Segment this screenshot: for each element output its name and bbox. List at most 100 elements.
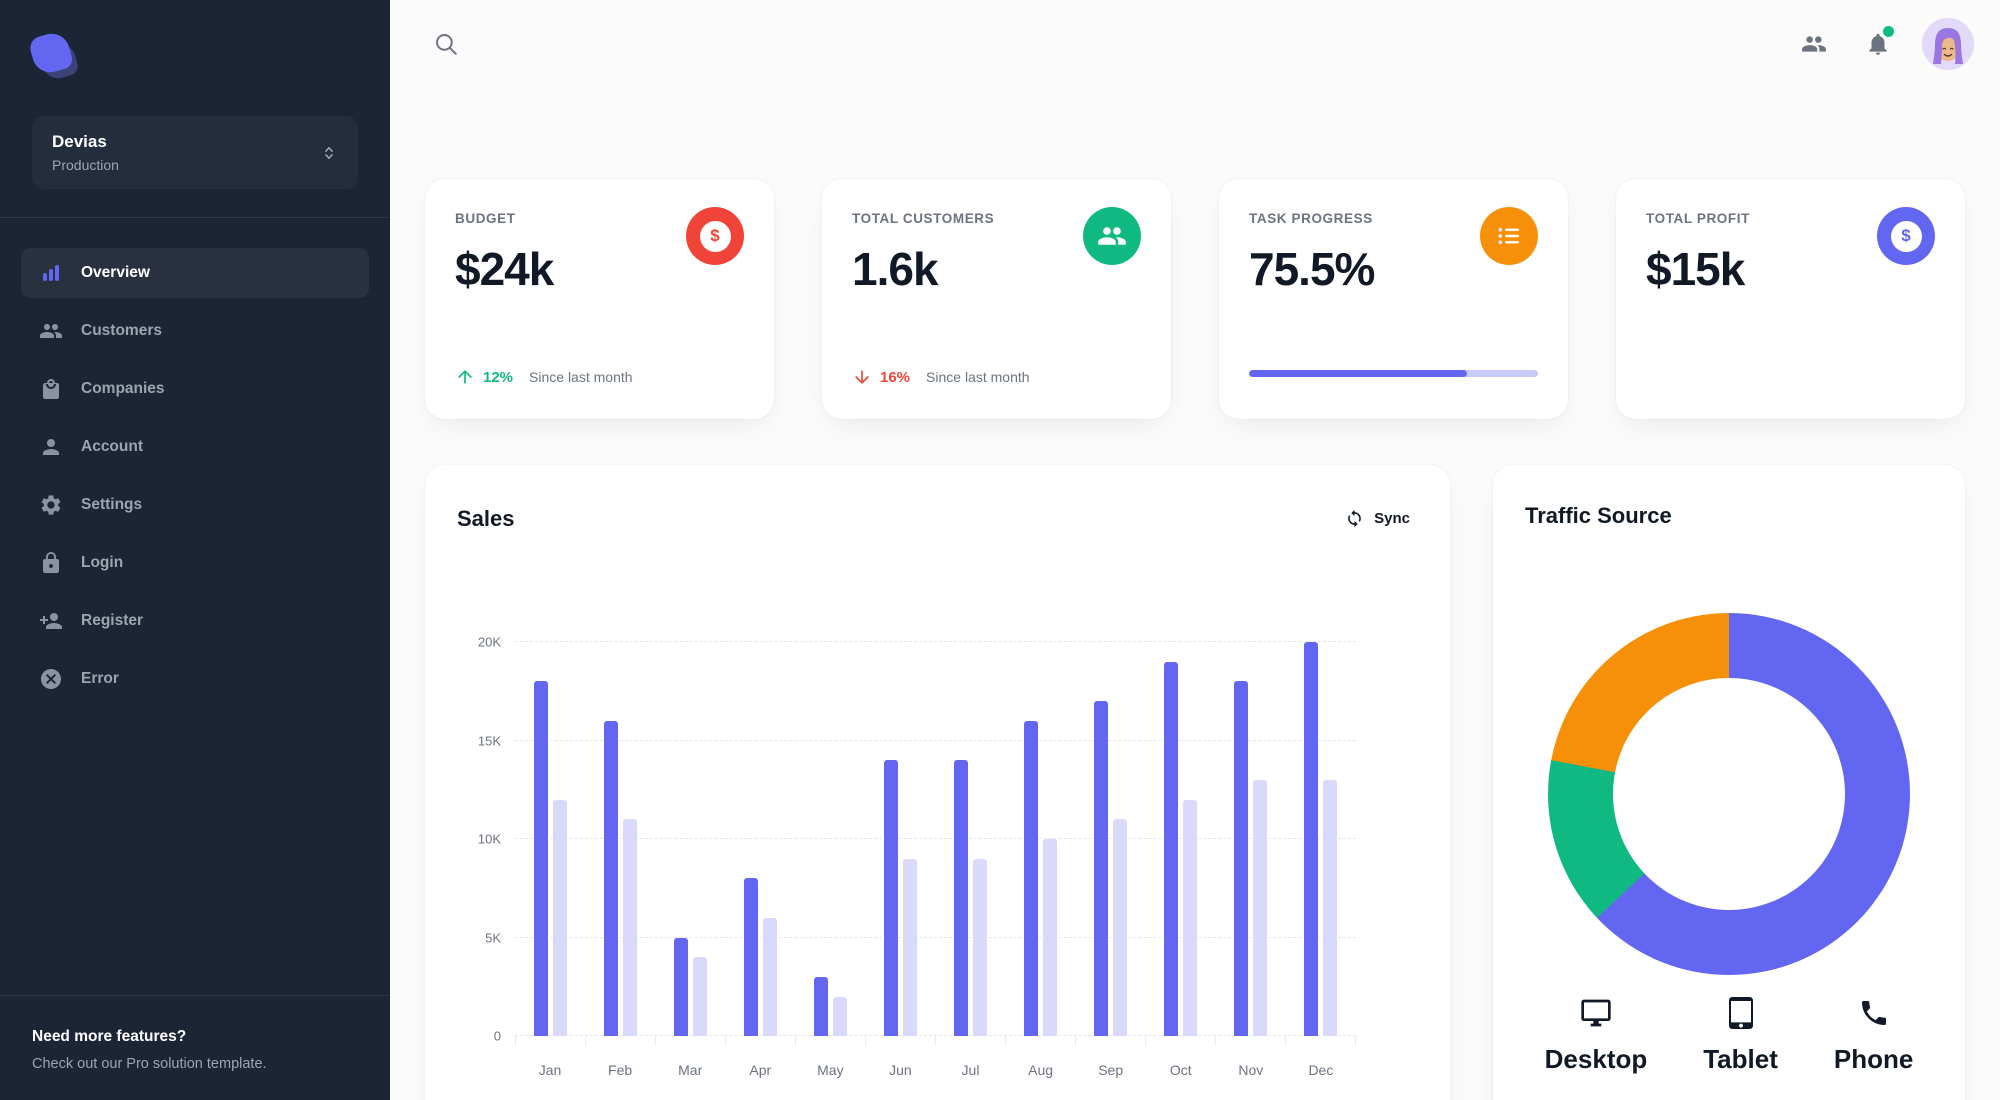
bar-last-year [1043, 839, 1058, 1036]
y-tick-label: 5K [485, 930, 501, 945]
axis-tick [1286, 1036, 1356, 1046]
sidebar-item-settings[interactable]: Settings [21, 480, 369, 530]
sidebar-item-overview[interactable]: Overview [21, 248, 369, 298]
bar-this-year [743, 878, 758, 1036]
bar-this-year [673, 937, 688, 1036]
sidebar-item-login[interactable]: Login [21, 538, 369, 588]
bar-last-year [1253, 779, 1268, 1036]
y-tick-label: 0 [493, 1028, 501, 1044]
sidebar-footer-subtitle[interactable]: Check out our Pro solution template. [32, 1056, 358, 1072]
bar-this-year [883, 760, 898, 1036]
x-tick-label: Oct [1169, 1062, 1192, 1078]
chart-bar-icon [39, 261, 63, 285]
users-icon [1802, 36, 1826, 52]
sidebar-item-label: Register [81, 612, 144, 629]
sidebar-item-companies[interactable]: Companies [21, 364, 369, 414]
x-tick-label: May [817, 1062, 844, 1078]
x-axis-labels: Jan Feb Mar Apr May Jun Jul Aug Sep Oct Nov Dec [515, 1062, 1356, 1078]
trend-caption: Since last month [529, 369, 633, 385]
bar-this-year [1024, 720, 1039, 1036]
legend-item-phone: Phone [1834, 997, 1913, 1075]
workspace-selector[interactable]: Devias Production [32, 116, 358, 189]
legend-label: Tablet [1703, 1044, 1778, 1074]
x-tick-label: Jun [889, 1062, 912, 1078]
user-icon [39, 435, 63, 459]
sidebar-item-label: Customers [81, 322, 162, 339]
bar-group-jul [935, 642, 1005, 1036]
legend-label: Phone [1833, 1044, 1914, 1074]
sidebar-item-account[interactable]: Account [21, 422, 369, 472]
search-button[interactable] [426, 24, 466, 64]
sidebar-item-label: Error [81, 670, 119, 687]
task-progress-bar [1249, 370, 1538, 377]
trend-caption: Since last month [926, 369, 1030, 385]
bar-group-mar [655, 642, 725, 1036]
axis-tick [726, 1036, 796, 1046]
y-tick-label: 20K [477, 634, 501, 650]
x-tick-label: Sep [1098, 1062, 1124, 1078]
total-customers-card: TOTAL CUSTOMERS 1.6k 16% Since last mont… [822, 179, 1171, 419]
axis-tick [656, 1036, 726, 1046]
bar-last-year [1113, 819, 1128, 1036]
sidebar-item-customers[interactable]: Customers [21, 306, 369, 356]
dollar-icon: $ [699, 220, 731, 252]
monitor-icon [1580, 997, 1612, 1034]
dollar-icon: $ [1890, 220, 1922, 252]
task-progress-card: TASK PROGRESS 75.5% [1219, 179, 1568, 419]
x-tick-label: Feb [608, 1062, 633, 1078]
list-icon [1498, 228, 1519, 244]
bar-last-year [552, 799, 567, 1036]
customers-trend: 16% Since last month [852, 367, 1030, 387]
profit-icon-badge: $ [1877, 207, 1935, 265]
bar-last-year [1183, 799, 1198, 1036]
bar-this-year [1094, 701, 1109, 1036]
gear-icon [39, 493, 63, 517]
x-tick-label: Apr [749, 1062, 772, 1078]
workspace-name: Devias [52, 132, 107, 151]
axis-tick [1076, 1036, 1146, 1046]
task-progress-fill [1249, 370, 1468, 377]
bar-group-feb [585, 642, 655, 1036]
sales-bar-chart: 0 5K 10K 15K 20K Jan Feb Mar Apr May Jun Jul Aug Sep… [457, 635, 1418, 1078]
contacts-button[interactable] [1794, 24, 1834, 64]
bar-this-year [1304, 642, 1319, 1036]
y-tick-label: 15K [477, 733, 501, 748]
bar-last-year [1323, 779, 1338, 1036]
legend-label: Desktop [1544, 1044, 1648, 1074]
bar-this-year [1234, 681, 1249, 1036]
sidebar-item-label: Overview [81, 264, 150, 281]
memoji-avatar-image [1922, 18, 1974, 70]
users-icon [39, 319, 63, 343]
traffic-legend: Desktop Tablet Phone [1525, 997, 1933, 1075]
sidebar-footer-title: Need more features? [32, 1028, 187, 1045]
devias-logo[interactable] [27, 29, 82, 83]
topbar [390, 0, 2000, 88]
bar-last-year [692, 957, 707, 1036]
sidebar-item-label: Settings [81, 496, 143, 513]
budget-trend: 12% Since last month [455, 367, 633, 387]
sync-button[interactable]: Sync [1337, 503, 1418, 534]
sidebar-item-error[interactable]: Error [21, 654, 369, 704]
sidebar-item-label: Companies [81, 380, 165, 397]
user-avatar[interactable] [1922, 18, 1974, 70]
bar-group-sep [1076, 642, 1146, 1036]
bar-group-may [795, 642, 865, 1036]
y-tick-label: 10K [477, 831, 501, 847]
sync-icon [1348, 509, 1361, 528]
sidebar-item-register[interactable]: Register [21, 596, 369, 646]
bar-last-year [973, 858, 987, 1036]
sidebar-nav: Overview Customers Companies Account Setting… [0, 218, 390, 995]
bar-this-year [954, 760, 968, 1036]
sidebar-item-label: Account [81, 438, 143, 455]
users-icon [1098, 227, 1126, 245]
total-profit-card: TOTAL PROFIT $15k $ [1616, 179, 1965, 419]
x-tick-label: Aug [1028, 1062, 1054, 1078]
user-plus-icon [39, 609, 63, 633]
budget-card: BUDGET $24k $ 12% Since last month [425, 179, 774, 419]
bar-group-jun [865, 642, 935, 1036]
stats-row: BUDGET $24k $ 12% Since last month TOTAL… [425, 179, 1965, 419]
bar-group-aug [1006, 642, 1076, 1036]
charts-row: Sales Sync 0 5K 10K 15K 20K Jan Feb Mar Apr May J… [425, 465, 1965, 1100]
bar-last-year [622, 819, 637, 1036]
tablet-icon [1725, 997, 1757, 1034]
